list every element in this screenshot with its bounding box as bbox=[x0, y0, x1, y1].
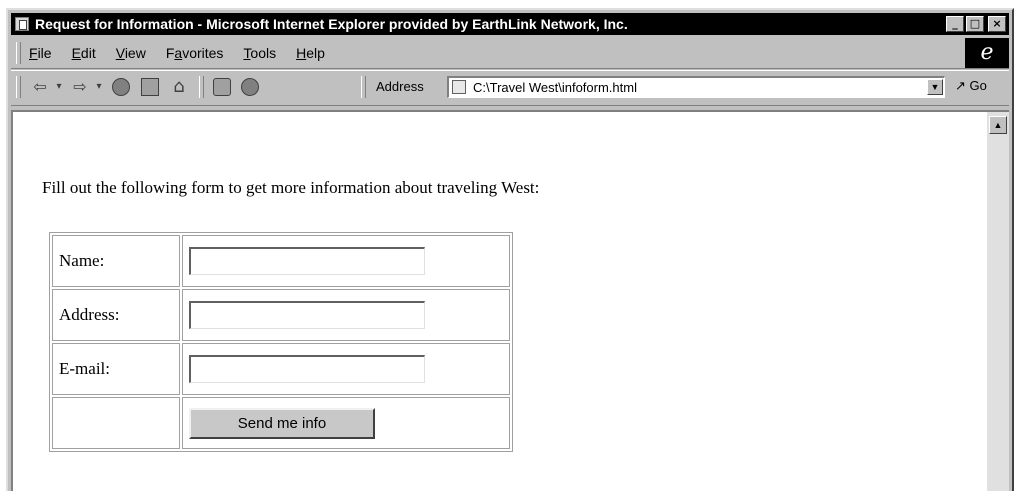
empty-cell bbox=[52, 397, 180, 449]
menu-tools[interactable]: Tools bbox=[243, 45, 276, 61]
scroll-up-arrow-icon[interactable]: ▲ bbox=[989, 116, 1007, 134]
email-cell bbox=[182, 343, 510, 395]
menu-help[interactable]: Help bbox=[296, 45, 325, 61]
form-row-address: Address: bbox=[52, 289, 510, 341]
address-label: Address bbox=[376, 79, 424, 94]
toolbar-grip[interactable] bbox=[16, 76, 21, 98]
name-cell bbox=[182, 235, 510, 287]
standard-toolbar: ⇦ ▾ ⇨ ▾ ⌂ Address C:\Travel West\infofor… bbox=[11, 70, 1009, 106]
toolbar-separator bbox=[199, 76, 204, 98]
caption-buttons: _ □ × bbox=[946, 16, 1006, 32]
back-dropdown-icon[interactable]: ▾ bbox=[53, 75, 65, 99]
menu-items: File Edit View Favorites Tools Help bbox=[29, 45, 325, 61]
go-label: Go bbox=[969, 78, 987, 93]
menu-grip[interactable] bbox=[16, 42, 21, 64]
menu-favorites[interactable]: Favorites bbox=[166, 45, 224, 61]
close-button[interactable]: × bbox=[988, 16, 1006, 32]
name-label: Name: bbox=[52, 235, 180, 287]
address-field-label: Address: bbox=[52, 289, 180, 341]
address-grip[interactable] bbox=[361, 76, 366, 98]
address-cell bbox=[182, 289, 510, 341]
form-row-email: E-mail: bbox=[52, 343, 510, 395]
ie-page-icon bbox=[15, 17, 29, 31]
address-input[interactable] bbox=[189, 301, 425, 329]
page-content: Fill out the following form to get more … bbox=[11, 110, 1009, 491]
ie-logo-icon: e bbox=[965, 38, 1009, 68]
submit-cell: Send me info bbox=[182, 397, 510, 449]
go-button[interactable]: ↗ Go bbox=[955, 78, 987, 94]
stop-icon[interactable] bbox=[112, 78, 130, 96]
email-input[interactable] bbox=[189, 355, 425, 383]
address-dropdown-icon[interactable]: ▼ bbox=[927, 79, 943, 95]
vertical-scrollbar[interactable]: ▲ bbox=[987, 112, 1009, 491]
print-icon[interactable] bbox=[213, 78, 231, 96]
menu-edit[interactable]: Edit bbox=[72, 45, 96, 61]
info-form-table: Name: Address: E-mail: Send me info bbox=[49, 232, 513, 452]
go-arrow-icon: ↗ bbox=[955, 78, 966, 93]
form-row-submit: Send me info bbox=[52, 397, 510, 449]
browser-window: Request for Information - Microsoft Inte… bbox=[6, 8, 1014, 491]
menu-bar: File Edit View Favorites Tools Help e bbox=[11, 38, 1009, 69]
menu-view[interactable]: View bbox=[116, 45, 146, 61]
email-label: E-mail: bbox=[52, 343, 180, 395]
refresh-icon[interactable] bbox=[141, 78, 159, 96]
send-info-button[interactable]: Send me info bbox=[189, 407, 375, 439]
forward-arrow-icon[interactable]: ⇨ bbox=[69, 75, 91, 99]
window-title: Request for Information - Microsoft Inte… bbox=[35, 16, 628, 32]
title-bar[interactable]: Request for Information - Microsoft Inte… bbox=[11, 13, 1009, 35]
back-arrow-icon[interactable]: ⇦ bbox=[29, 75, 51, 99]
address-bar[interactable]: C:\Travel West\infoform.html ▼ bbox=[447, 76, 945, 98]
minimize-button[interactable]: _ bbox=[946, 16, 964, 32]
menu-file[interactable]: File bbox=[29, 45, 52, 61]
forward-dropdown-icon[interactable]: ▾ bbox=[93, 75, 105, 99]
edit-icon[interactable] bbox=[241, 78, 259, 96]
page-icon bbox=[452, 80, 466, 94]
address-value[interactable]: C:\Travel West\infoform.html bbox=[473, 80, 637, 95]
name-input[interactable] bbox=[189, 247, 425, 275]
intro-text: Fill out the following form to get more … bbox=[42, 178, 540, 197]
home-icon[interactable]: ⌂ bbox=[167, 75, 191, 99]
maximize-button[interactable]: □ bbox=[966, 16, 984, 32]
form-row-name: Name: bbox=[52, 235, 510, 287]
